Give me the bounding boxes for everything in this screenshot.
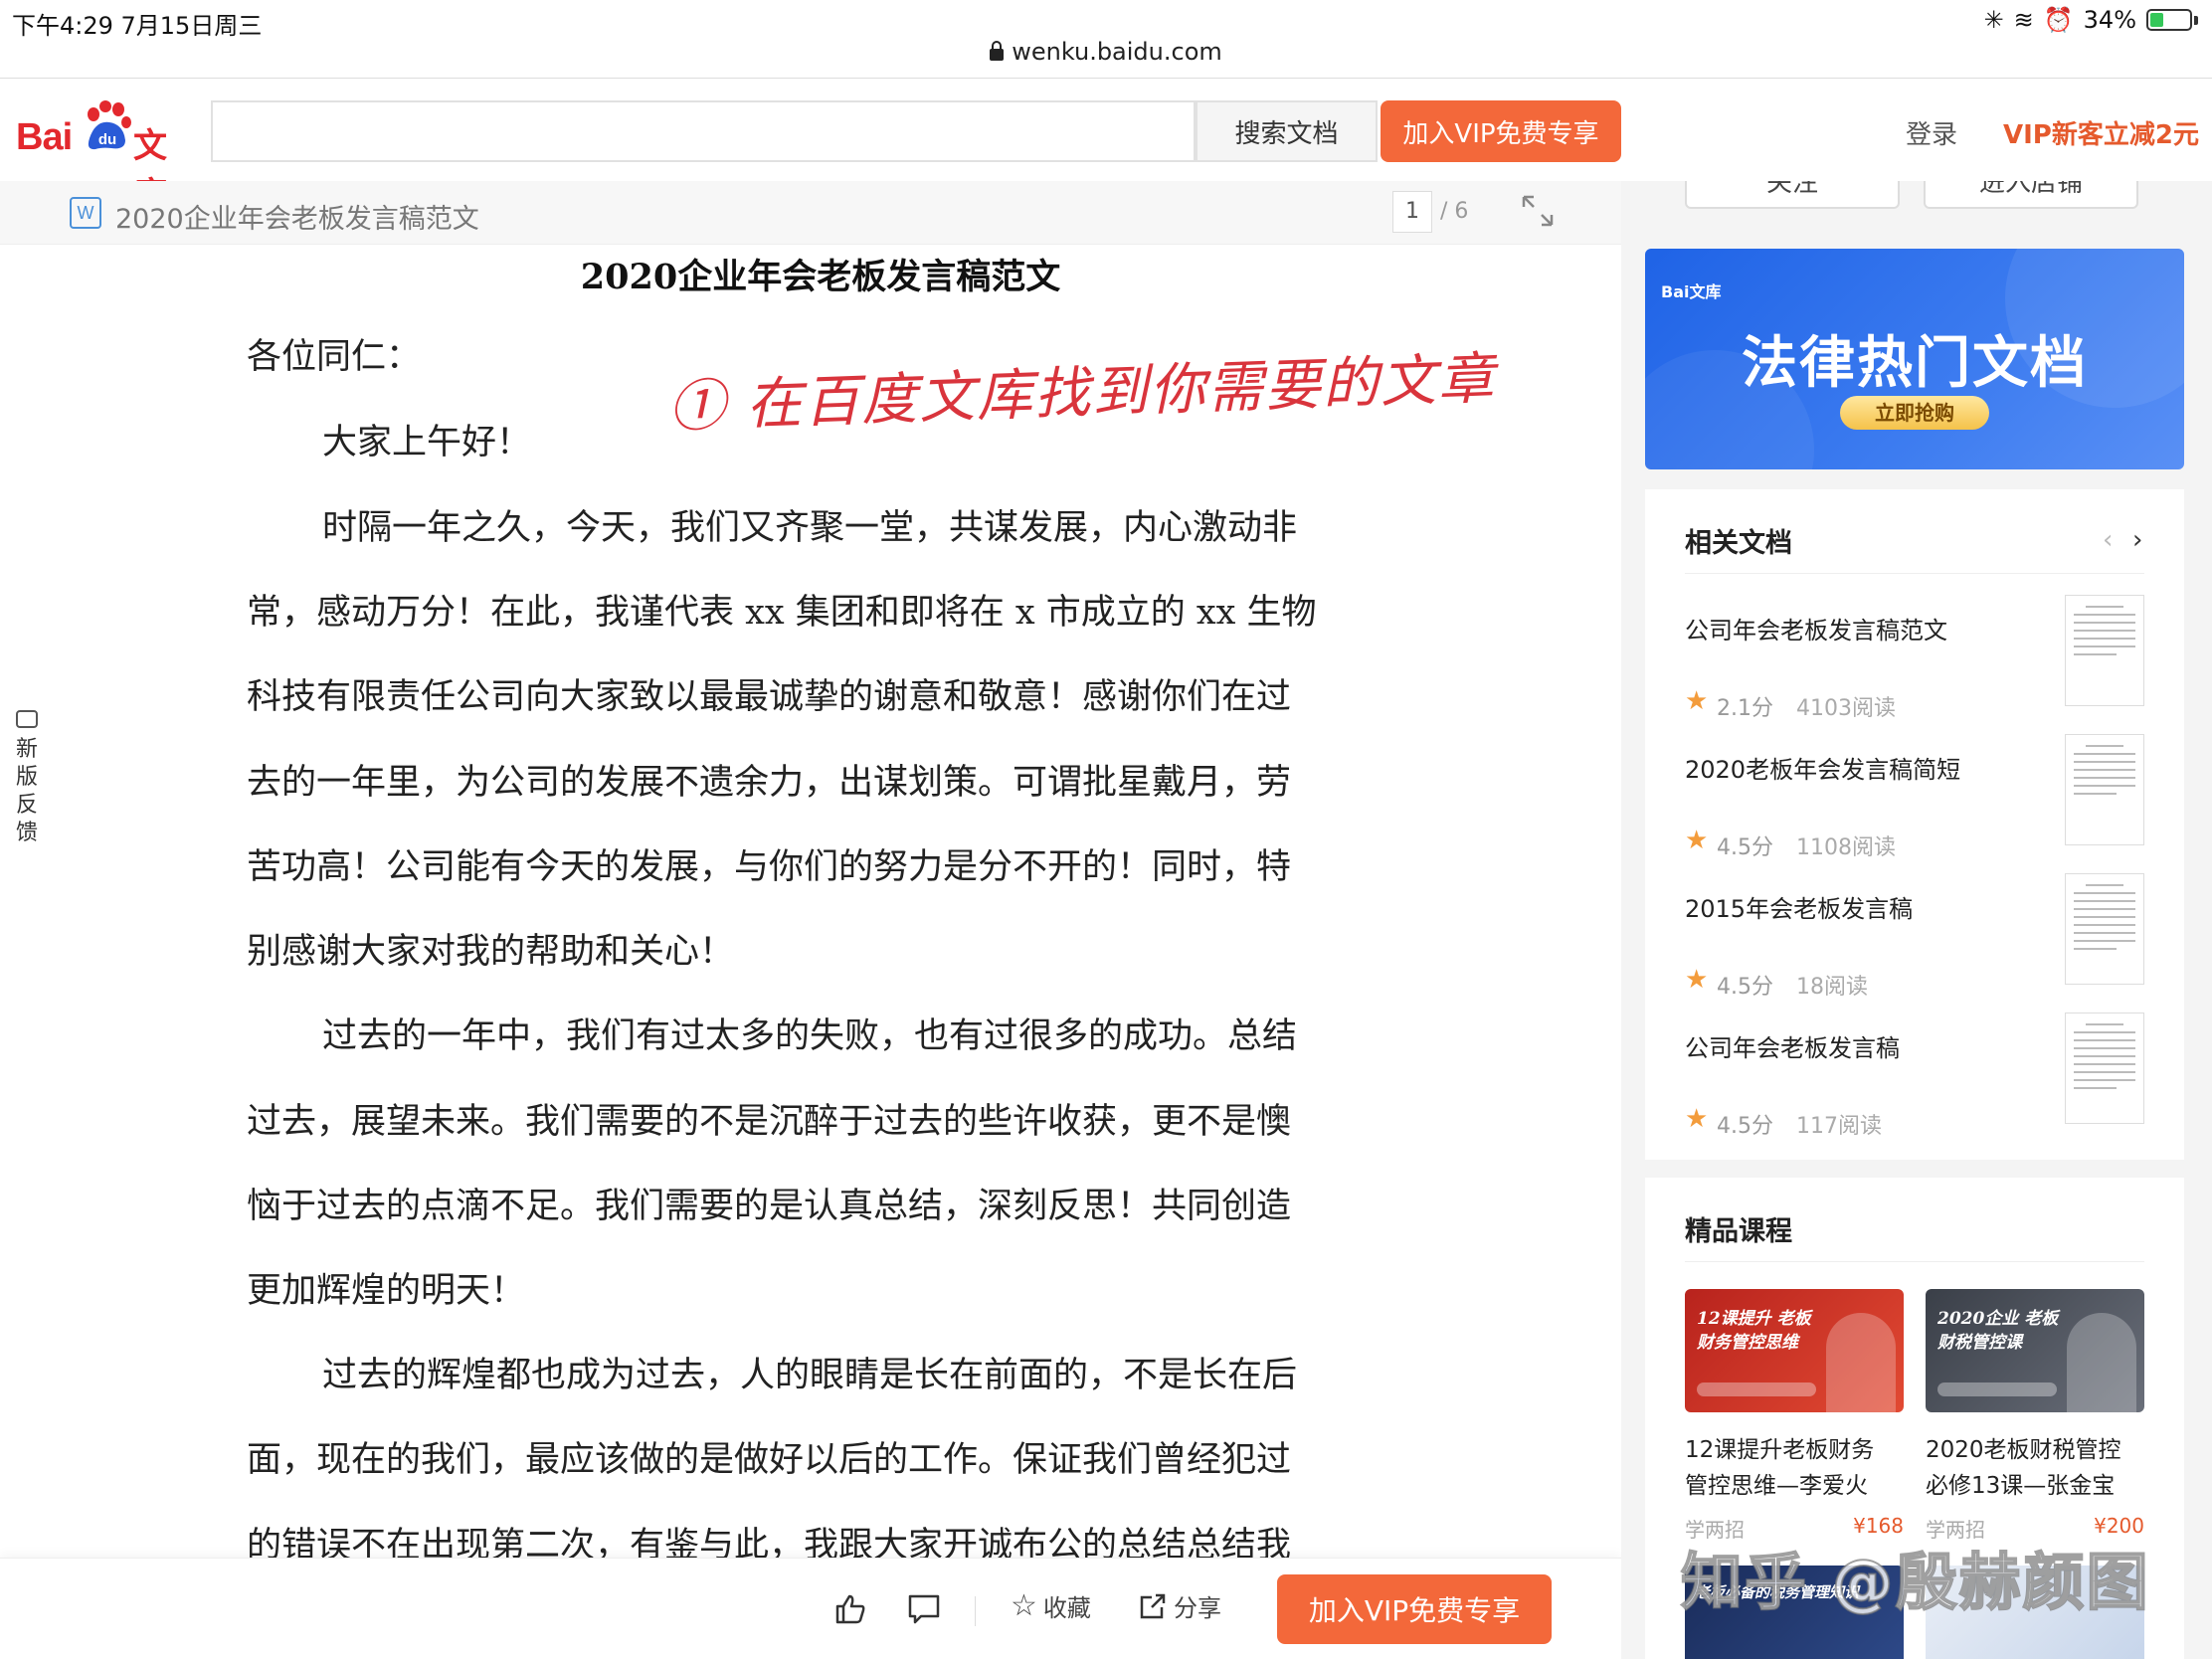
courses-title: 精品课程 (1685, 1216, 1792, 1247)
join-vip-bottom-button[interactable]: 加入VIP免费专享 (1277, 1574, 1552, 1644)
doc-line: 恼于过去的点滴不足。我们需要的是认真总结，深刻反思！共同创造 (247, 1187, 1292, 1226)
search-button[interactable]: 搜索文档 (1196, 100, 1378, 162)
related-doc-item[interactable]: 2015年会老板发言稿 ★ 4.5分 18阅读 (1685, 873, 2144, 1028)
buy-now-button[interactable]: 立即抢购 (1840, 396, 1989, 430)
doc-thumbnail (2065, 1013, 2144, 1124)
thumbs-up-icon[interactable] (833, 1592, 867, 1626)
course-item[interactable]: 12课提升 老板财务管控思维 12课提升老板财务 管控思维—李爱火 学两招 ¥1… (1685, 1289, 1904, 1544)
star-icon: ★ (1685, 965, 1709, 995)
status-indicators: ✳ ≋ ⏰ 34% (1984, 6, 2198, 34)
activity-icon: ✳ (1983, 6, 2004, 34)
doc-thumbnail (2065, 734, 2144, 845)
doc-line: 更加辉煌的明天！ (247, 1271, 526, 1311)
alarm-icon: ⏰ (2043, 6, 2074, 34)
feedback-tab[interactable]: 新 版 反 馈 (12, 710, 42, 847)
star-icon: ★ (1685, 1104, 1709, 1134)
related-docs-title: 相关文档 (1685, 528, 1792, 559)
right-sidebar: 关注 进入店铺 Bai文库 法律热门文档 立即抢购 相关文档 ‹ › 公司年会老… (1621, 181, 2212, 1659)
star-icon: ★ (1685, 826, 1709, 855)
login-link[interactable]: 登录 (1906, 114, 1957, 151)
fullscreen-icon[interactable] (1520, 193, 1556, 229)
doc-line: 科技有限责任公司向大家致以最最诚挚的谢意和敬意！感谢你们在过 (247, 677, 1292, 717)
course-cover: 12课提升 老板财务管控思维 (1685, 1289, 1904, 1412)
related-doc-item[interactable]: 公司年会老板发言稿范文 ★ 2.1分 4103阅读 (1685, 595, 2144, 750)
search-input[interactable] (213, 102, 1198, 160)
bottom-action-bar: ☆ 收藏 分享 加入VIP免费专享 (0, 1558, 1621, 1659)
doc-line: 苦功高！公司能有今天的发展，与你们的努力是分不开的！同时，特 (247, 847, 1292, 887)
course-cover: 2020企业 老板财税管控课 (1926, 1289, 2144, 1412)
url-text: wenku.baidu.com (1012, 38, 1222, 66)
banner-title: 法律热门文档 (1742, 331, 2088, 396)
doc-line: 时隔一年之久，今天，我们又齐聚一堂，共谋发展，内心激动非 (322, 508, 1298, 548)
document-heading: 2020企业年会老板发言稿范文 (580, 257, 1061, 297)
page-total: / 6 (1440, 199, 1469, 224)
svg-text:du: du (98, 131, 116, 148)
doc-line: 的错误不在出现第二次，有鉴与此，我跟大家开诚布公的总结总结我 (247, 1526, 1292, 1558)
chevron-right-icon[interactable]: › (2132, 525, 2142, 555)
battery-icon (2146, 9, 2192, 31)
banner-brand: Bai文库 (1661, 282, 1722, 301)
doc-line: 过去的辉煌都也成为过去，人的眼睛是长在前面的，不是长在后 (322, 1356, 1298, 1395)
course-item[interactable]: 2020企业 老板财税管控课 2020老板财税管控 必修13课—张金宝 学两招 … (1926, 1289, 2144, 1544)
document-toolbar: W 2020企业年会老板发言稿范文 1 / 6 (0, 181, 1621, 245)
status-time: 下午4:29 7月15日周三 (12, 12, 263, 40)
doc-thumbnail (2065, 873, 2144, 985)
follow-button[interactable]: 关注 (1685, 181, 1900, 209)
share-icon (1140, 1593, 1166, 1618)
battery-percent: 34% (2083, 6, 2136, 34)
document-title: 2020企业年会老板发言稿范文 (115, 204, 479, 235)
baidu-wenku-logo[interactable]: Bai du 文库 (16, 96, 195, 215)
related-doc-item[interactable]: 2020老板年会发言稿简短 ★ 4.5分 1108阅读 (1685, 734, 2144, 889)
status-bar: 下午4:29 7月15日周三 ✳ ≋ ⏰ 34% (0, 0, 2212, 40)
collect-button[interactable]: ☆ 收藏 (1011, 1588, 1091, 1623)
search-box: 搜索文档 (211, 100, 1378, 162)
doc-line: 去的一年里，为公司的发展不遗余力，出谋划策。可谓批星戴月，劳 (247, 763, 1292, 803)
enter-store-button[interactable]: 进入店铺 (1924, 181, 2138, 209)
doc-line: 过去的一年中，我们有过太多的失败，也有过很多的成功。总结 (322, 1016, 1298, 1056)
word-file-icon: W (70, 197, 101, 229)
comment-icon[interactable] (907, 1592, 941, 1626)
doc-line: 常，感动万分！在此，我谨代表 xx 集团和即将在 x 市成立的 xx 生物 (247, 593, 1317, 633)
join-vip-button[interactable]: 加入VIP免费专享 (1381, 100, 1621, 162)
related-docs-card: 相关文档 ‹ › 公司年会老板发言稿范文 ★ 2.1分 4103阅读 2020老… (1645, 489, 2184, 1160)
chat-icon (16, 710, 38, 728)
document-content: 2020企业年会老板发言稿范文 各位同仁： 大家上午好！ 时隔一年之久，今天，我… (0, 245, 1621, 1558)
lock-icon (990, 41, 1005, 61)
doc-line: 别感谢大家对我的帮助和关心！ (247, 932, 735, 972)
doc-line: 过去，展望未来。我们需要的不是沉醉于过去的些许收获，更不是懊 (247, 1102, 1292, 1142)
vip-discount-link[interactable]: VIP新客立减2元 (2003, 114, 2199, 151)
doc-thumbnail (2065, 595, 2144, 706)
doc-line: 面，现在的我们，最应该做的是做好以后的工作。保证我们曾经犯过 (247, 1440, 1292, 1480)
site-header: Bai du 文库 搜索文档 加入VIP免费专享 登录 VIP新客立减2元 (0, 78, 2212, 215)
share-button[interactable]: 分享 (1138, 1588, 1221, 1623)
related-doc-item[interactable]: 公司年会老板发言稿 ★ 4.5分 117阅读 (1685, 1013, 2144, 1168)
chevron-left-icon[interactable]: ‹ (2103, 525, 2113, 555)
star-icon: ☆ (1011, 1588, 1037, 1623)
law-docs-banner[interactable]: Bai文库 法律热门文档 立即抢购 (1645, 249, 2184, 469)
wifi-icon: ≋ (2013, 6, 2034, 34)
address-bar[interactable]: wenku.baidu.com (0, 38, 2212, 78)
paw-icon: du (88, 100, 131, 150)
watermark: 知乎 @殷赫颜图 (1680, 1545, 2150, 1619)
page-number-input[interactable]: 1 (1392, 191, 1432, 233)
star-icon: ★ (1685, 686, 1709, 716)
